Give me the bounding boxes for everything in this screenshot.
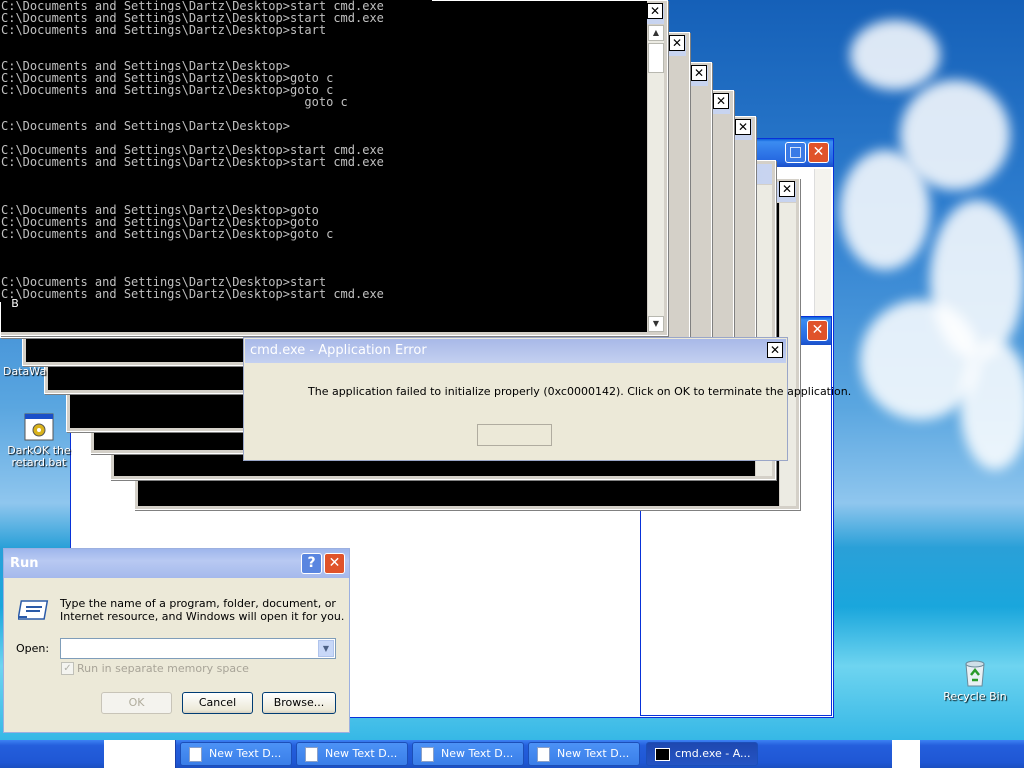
taskbar-button[interactable]: New Text D...	[528, 742, 640, 766]
taskbar-button-label: New Text D...	[441, 747, 514, 760]
taskbar-button[interactable]: New Text D...	[180, 742, 292, 766]
text-file-icon	[421, 747, 434, 762]
console-line: C:\Documents and Settings\Dartz\Desktop>…	[1, 287, 384, 301]
console-line: C:\Documents and Settings\Dartz\Desktop>…	[1, 227, 334, 241]
error-message: The application failed to initialize pro…	[308, 385, 852, 398]
console-line: goto c	[1, 95, 348, 109]
close-button[interactable]: ✕	[713, 93, 729, 109]
close-button[interactable]: ✕	[324, 553, 345, 574]
cancel-button[interactable]: Cancel	[182, 692, 253, 714]
run-dialog-title[interactable]: Run	[4, 549, 349, 578]
close-button[interactable]: ✕	[807, 320, 828, 341]
close-button[interactable]: ✕	[647, 3, 663, 19]
close-button[interactable]: ✕	[808, 142, 829, 163]
icon-label: Recycle Bin	[943, 690, 1007, 703]
taskbar-button-label: cmd.exe - A...	[675, 747, 751, 760]
text-file-icon	[537, 747, 550, 762]
cloud	[850, 20, 940, 90]
desktop-icon-datawa[interactable]: DataWa	[0, 366, 46, 378]
batch-file-icon	[24, 412, 54, 442]
ok-button[interactable]	[477, 424, 552, 446]
ok-button[interactable]: OK	[101, 692, 172, 714]
icon-label: DataWa	[3, 365, 47, 378]
memory-space-label: Run in separate memory space	[77, 662, 249, 675]
taskbar-quick-launch[interactable]	[104, 740, 176, 768]
close-button[interactable]: ✕	[767, 342, 783, 358]
open-label: Open:	[16, 642, 50, 655]
memory-space-checkbox[interactable]: ✓	[61, 662, 74, 675]
taskbar-button[interactable]: New Text D...	[296, 742, 408, 766]
close-button[interactable]: ✕	[691, 65, 707, 81]
close-button[interactable]: ✕	[735, 119, 751, 135]
chevron-down-icon[interactable]: ▼	[318, 640, 334, 657]
close-button[interactable]: ✕	[669, 35, 685, 51]
taskbar-button[interactable]: cmd.exe - A...	[646, 742, 758, 766]
taskbar-button[interactable]: New Text D...	[412, 742, 524, 766]
scroll-down-arrow[interactable]: ▼	[648, 316, 664, 332]
run-description-line2: Internet resource, and Windows will open…	[60, 610, 345, 623]
desktop-icon-b[interactable]: B	[0, 298, 30, 310]
recycle-bin-icon	[959, 656, 991, 688]
run-icon	[17, 597, 50, 623]
close-button[interactable]: ✕	[779, 181, 795, 197]
error-dialog[interactable]: cmd.exe - Application Error ✕ The applic…	[243, 337, 851, 461]
taskbar-tray[interactable]	[892, 740, 920, 768]
scroll-up-arrow[interactable]: ▲	[648, 25, 664, 41]
run-description-line1: Type the name of a program, folder, docu…	[60, 597, 336, 610]
cloud	[840, 150, 930, 270]
scroll-thumb[interactable]	[648, 43, 664, 73]
taskbar: New Text D... New Text D... New Text D... N…	[0, 740, 1024, 768]
desktop-icon-batfile[interactable]: DarkOK the retard.bat	[0, 412, 78, 469]
open-combobox[interactable]: ▼	[60, 638, 336, 659]
maximize-button[interactable]: □	[785, 142, 806, 163]
text-file-icon	[305, 747, 318, 762]
console-line: C:\Documents and Settings\Dartz\Desktop>…	[1, 155, 384, 169]
console-output: C:\Documents and Settings\Dartz\Desktop>…	[0, 0, 432, 302]
console-line: C:\Documents and Settings\Dartz\Desktop>…	[1, 23, 327, 37]
console-line: C:\Documents and Settings\Dartz\Desktop>	[1, 119, 290, 133]
help-button[interactable]: ?	[301, 553, 322, 574]
desktop: □ ✕ ▼ ✕ ✕ ✕ ✕ ✕ ✕	[0, 0, 1024, 740]
console-window-icon	[655, 748, 670, 761]
taskbar-button-label: New Text D...	[557, 747, 630, 760]
text-file-icon	[189, 747, 202, 762]
desktop-icon-recycle-bin[interactable]: Recycle Bin	[936, 656, 1014, 703]
taskbar-button-label: New Text D...	[325, 747, 398, 760]
cmd-scrollbar[interactable]: ▲ ▼	[648, 25, 664, 332]
icon-label: DarkOK the retard.bat	[7, 444, 71, 469]
error-dialog-title[interactable]: cmd.exe - Application Error	[245, 339, 786, 363]
browse-button[interactable]: Browse...	[262, 692, 336, 714]
icon-label: B	[11, 297, 19, 310]
cloud	[960, 340, 1024, 470]
taskbar-button-label: New Text D...	[209, 747, 282, 760]
run-dialog[interactable]: Run ? ✕ Type the name of a program, fold…	[3, 548, 350, 733]
